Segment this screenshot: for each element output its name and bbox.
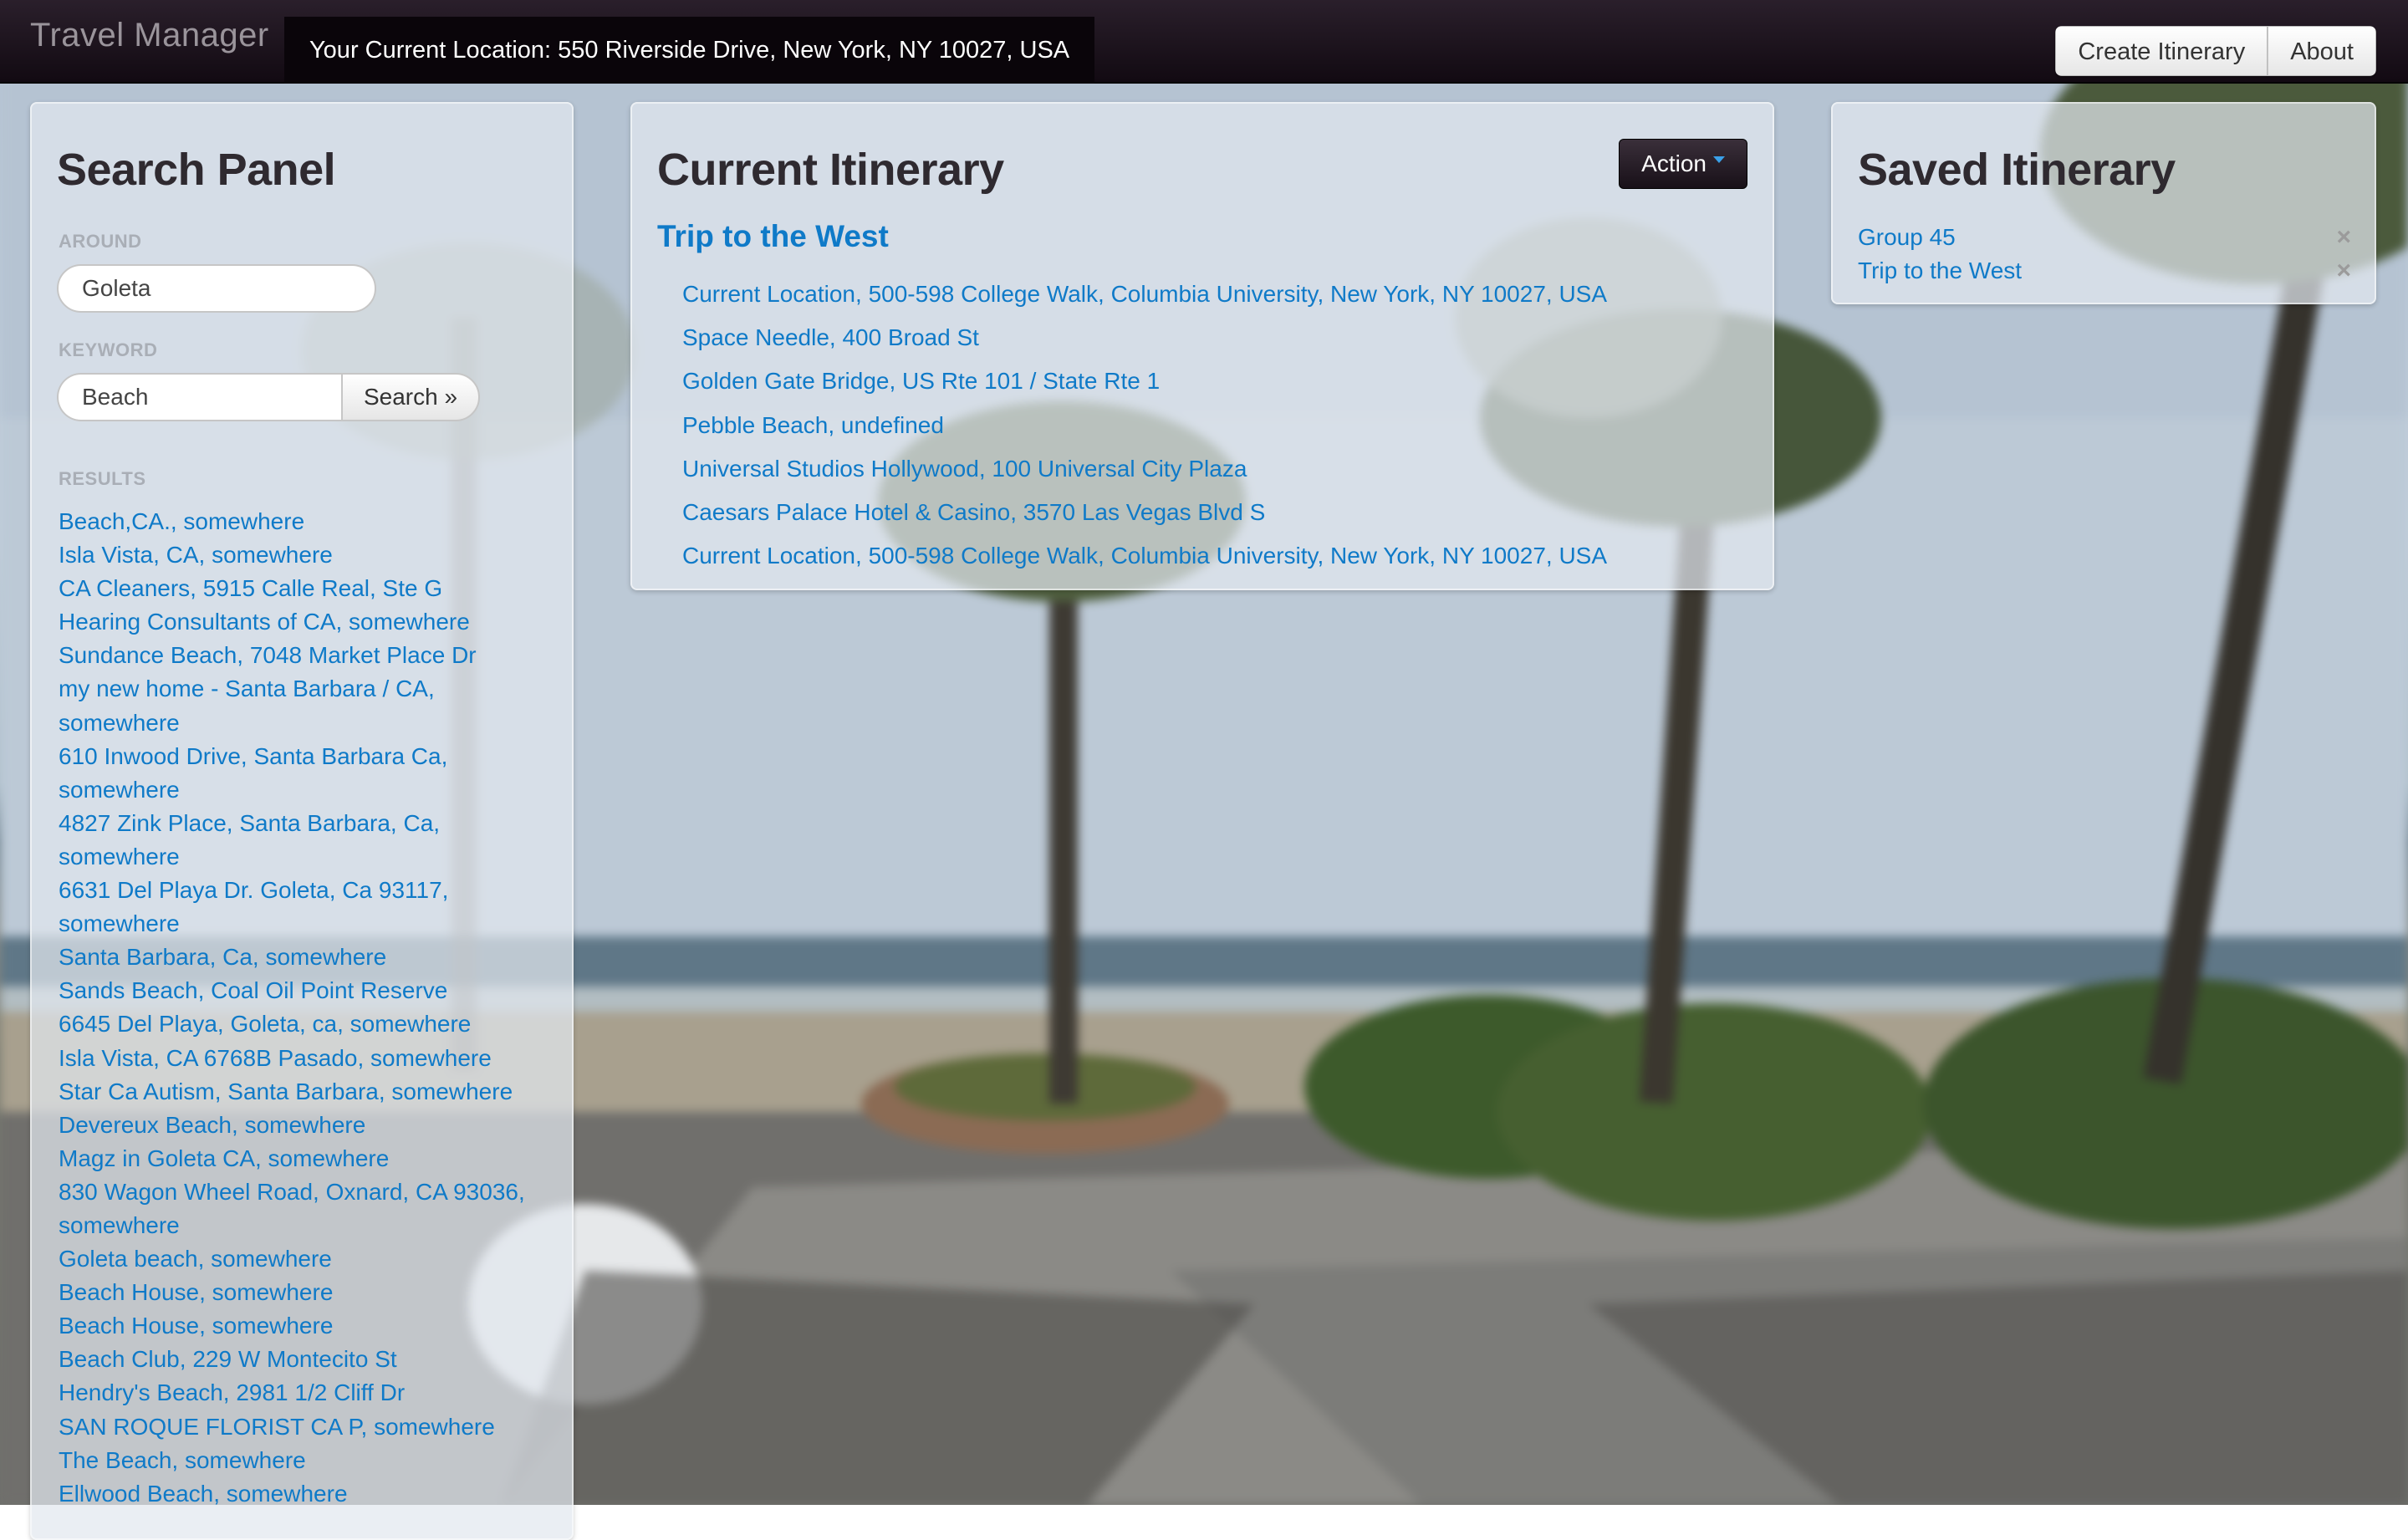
result-item[interactable]: Isla Vista, CA 6768B Pasado, somewhere [59, 1042, 552, 1075]
result-item[interactable]: 6645 Del Playa, Goleta, ca, somewhere [59, 1007, 552, 1041]
search-panel-title: Search Panel [57, 145, 336, 195]
search-button[interactable]: Search » [341, 373, 480, 421]
itinerary-stops-list: Current Location, 500-598 College Walk, … [682, 273, 1607, 578]
brand-title[interactable]: Travel Manager [30, 17, 269, 54]
result-item[interactable]: CA Cleaners, 5915 Calle Real, Ste G [59, 572, 552, 605]
results-label: RESULTS [59, 468, 146, 489]
result-item[interactable]: Beach House, somewhere [59, 1276, 552, 1309]
saved-itinerary-link[interactable]: Group 45 [1858, 224, 1956, 250]
result-item[interactable]: 6631 Del Playa Dr. Goleta, Ca 93117, som… [59, 874, 552, 941]
itinerary-stop[interactable]: Golden Gate Bridge, US Rte 101 / State R… [682, 360, 1607, 403]
nav-button-group: Create Itinerary About [2055, 26, 2376, 76]
saved-itinerary-list: Group 45 × Trip to the West × [1858, 221, 2351, 288]
result-item[interactable]: Isla Vista, CA, somewhere [59, 538, 552, 572]
search-panel: Search Panel AROUND KEYWORD Search » RES… [30, 102, 574, 1540]
result-item[interactable]: Devereux Beach, somewhere [59, 1109, 552, 1142]
itinerary-stop[interactable]: Universal Studios Hollywood, 100 Univers… [682, 447, 1607, 491]
keyword-label: KEYWORD [59, 339, 158, 360]
saved-itinerary-item: Trip to the West × [1858, 254, 2351, 288]
trip-name-link[interactable]: Trip to the West [657, 219, 889, 254]
result-item[interactable]: 4827 Zink Place, Santa Barbara, Ca, some… [59, 807, 552, 874]
result-item[interactable]: Ellwood Beach, somewhere [59, 1477, 552, 1511]
around-input[interactable] [57, 264, 376, 313]
result-item[interactable]: Goleta beach, somewhere [59, 1242, 552, 1276]
current-location-display: Your Current Location: 550 Riverside Dri… [284, 17, 1095, 84]
caret-down-icon [1713, 156, 1725, 163]
result-item[interactable]: 830 Wagon Wheel Road, Oxnard, CA 93036, … [59, 1175, 552, 1242]
itinerary-stop[interactable]: Current Location, 500-598 College Walk, … [682, 534, 1607, 578]
saved-itinerary-panel: Saved Itinerary Group 45 × Trip to the W… [1831, 102, 2376, 304]
around-label: AROUND [59, 231, 142, 252]
itinerary-stop[interactable]: Pebble Beach, undefined [682, 404, 1607, 447]
result-item[interactable]: Hendry's Beach, 2981 1/2 Cliff Dr [59, 1376, 552, 1410]
current-itinerary-panel: Current Itinerary Action Trip to the Wes… [630, 102, 1774, 590]
results-list: Beach,CA., somewhere Isla Vista, CA, som… [59, 505, 552, 1511]
keyword-input[interactable] [57, 373, 341, 421]
result-item[interactable]: The Beach, somewhere [59, 1444, 552, 1477]
result-item[interactable]: Sands Beach, Coal Oil Point Reserve [59, 974, 552, 1007]
result-item[interactable]: Magz in Goleta CA, somewhere [59, 1142, 552, 1175]
result-item[interactable]: Beach,CA., somewhere [59, 505, 552, 538]
saved-itinerary-link[interactable]: Trip to the West [1858, 258, 2022, 283]
result-item[interactable]: Beach Club, 229 W Montecito St [59, 1343, 552, 1376]
remove-icon[interactable]: × [2336, 221, 2351, 254]
itinerary-stop[interactable]: Caesars Palace Hotel & Casino, 3570 Las … [682, 491, 1607, 534]
action-dropdown-button[interactable]: Action [1619, 139, 1747, 189]
saved-itinerary-item: Group 45 × [1858, 221, 2351, 254]
saved-itinerary-title: Saved Itinerary [1858, 145, 2176, 195]
about-button[interactable]: About [2268, 26, 2376, 76]
result-item[interactable]: 610 Inwood Drive, Santa Barbara Ca, some… [59, 740, 552, 807]
current-itinerary-title: Current Itinerary [657, 145, 1004, 195]
result-item[interactable]: Hearing Consultants of CA, somewhere [59, 605, 552, 639]
result-item[interactable]: Beach House, somewhere [59, 1309, 552, 1343]
result-item[interactable]: Santa Barbara, Ca, somewhere [59, 941, 552, 974]
top-navbar: Travel Manager Your Current Location: 55… [0, 0, 2408, 84]
result-item[interactable]: Sundance Beach, 7048 Market Place Dr [59, 639, 552, 672]
itinerary-stop[interactable]: Space Needle, 400 Broad St [682, 316, 1607, 360]
result-item[interactable]: SAN ROQUE FLORIST CA P, somewhere [59, 1410, 552, 1444]
result-item[interactable]: Star Ca Autism, Santa Barbara, somewhere [59, 1075, 552, 1109]
itinerary-stop[interactable]: Current Location, 500-598 College Walk, … [682, 273, 1607, 316]
create-itinerary-button[interactable]: Create Itinerary [2055, 26, 2268, 76]
action-button-label: Action [1641, 150, 1707, 176]
remove-icon[interactable]: × [2336, 254, 2351, 288]
result-item[interactable]: my new home - Santa Barbara / CA, somewh… [59, 672, 552, 739]
